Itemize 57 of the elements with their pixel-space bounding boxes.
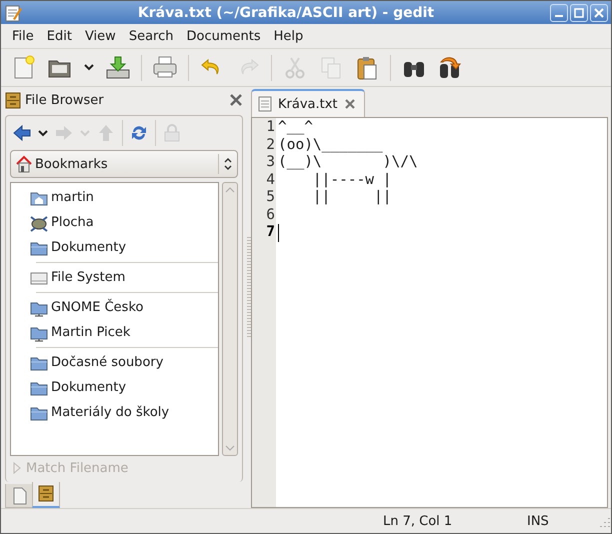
notepad-icon: [4, 4, 22, 22]
text-editor[interactable]: 1 2 3 4 5 6 7 ^__^ (oo)\_______ (__)\ )\/\ ||----w | || ||: [251, 117, 608, 508]
code-line: (__)\ )\/\: [278, 154, 418, 172]
insert-mode: INS: [527, 514, 550, 528]
forward-arrow-icon: [54, 123, 74, 143]
bookmark-item[interactable]: File System: [11, 265, 218, 290]
line-number: 5: [265, 189, 275, 206]
maximize-button[interactable]: [570, 4, 588, 22]
code-line: (oo)\_______: [278, 136, 383, 154]
location-dropdown[interactable]: Bookmarks: [10, 150, 238, 178]
line-number: 1: [265, 119, 275, 136]
panel-tab[interactable]: [32, 482, 60, 508]
bookmark-item[interactable]: Dočasné soubory: [11, 350, 218, 375]
line-number: 4: [265, 172, 275, 189]
document-tab[interactable]: Kráva.txt: [251, 89, 365, 117]
back-arrow-icon: [12, 123, 32, 143]
code-line: || ||: [312, 189, 392, 206]
document-icon: [258, 96, 272, 112]
drawer-icon: [38, 485, 54, 503]
code-line: ||----w |: [312, 172, 392, 189]
text-cursor: [278, 224, 279, 242]
minimize-button[interactable]: [550, 4, 568, 22]
padlock-icon: [162, 123, 182, 143]
house-icon: [15, 155, 33, 173]
desktop-icon: [30, 214, 48, 232]
menu-item[interactable]: View: [78, 27, 122, 46]
caret-icon: [84, 64, 94, 71]
cursor-position: Ln 7, Col 1: [382, 514, 454, 528]
menu-item[interactable]: Help: [266, 27, 310, 46]
bookmark-item[interactable]: martin: [11, 185, 218, 210]
panel-title: File Browser: [25, 92, 105, 108]
save-icon: [104, 54, 132, 82]
bookmark-item[interactable]: Martin Picek: [11, 320, 218, 345]
minimize-icon: [554, 12, 564, 18]
up-arrow-icon: [96, 123, 116, 143]
menu-item[interactable]: Search: [122, 27, 180, 46]
bookmark-item[interactable]: Plocha: [11, 210, 218, 235]
window-title: Kráva.txt (~/Grafika/ASCII art) - gedit: [136, 4, 436, 20]
line-number: 2: [265, 136, 275, 154]
menu-item[interactable]: Documents: [179, 27, 267, 46]
drawer-icon: [5, 92, 21, 108]
close-icon[interactable]: [229, 93, 243, 107]
bookmark-item[interactable]: Dokumenty: [11, 235, 218, 260]
line-number: 3: [265, 154, 275, 172]
bookmark-item[interactable]: GNOME Česko: [11, 295, 218, 320]
bookmark-item[interactable]: Materiály do školy: [11, 400, 218, 425]
close-button[interactable]: [590, 4, 608, 22]
menu-item[interactable]: Edit: [40, 27, 78, 46]
updown-icon: [223, 157, 233, 171]
code-line: ^__^: [278, 119, 313, 136]
line-number: 6: [265, 206, 275, 224]
menu-item[interactable]: File: [5, 27, 40, 46]
panel-tab[interactable]: [5, 484, 33, 508]
bookmark-item[interactable]: Dokumenty: [11, 375, 218, 400]
close-icon[interactable]: [344, 98, 356, 110]
line-number: 7: [265, 224, 275, 242]
document-icon: [10, 486, 28, 504]
